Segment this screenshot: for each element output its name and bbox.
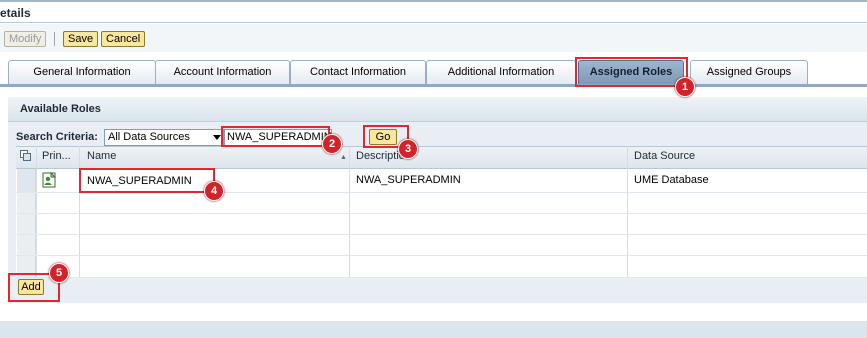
cancel-button[interactable]: Cancel (101, 31, 146, 47)
modify-button[interactable]: Modify (4, 31, 47, 47)
add-button[interactable]: Add (18, 279, 44, 295)
title-divider (0, 22, 867, 23)
column-divider (36, 146, 37, 278)
callout-badge-2: 2 (322, 134, 342, 154)
role-name[interactable]: NWA_SUPERADMIN (87, 175, 192, 187)
page-title: etails (0, 6, 31, 20)
callout-badge-4: 4 (204, 181, 224, 201)
column-header-print[interactable]: Prin... (42, 150, 71, 162)
tab-assigned-roles[interactable]: Assigned Roles (578, 60, 684, 84)
search-input[interactable]: NWA_SUPERADMIN (224, 129, 332, 146)
tab-additional-information[interactable]: Additional Information (426, 60, 576, 84)
sort-icon[interactable]: ▲ (340, 154, 347, 161)
tab-underline (0, 84, 867, 87)
dropdown-arrow-icon[interactable] (213, 135, 221, 140)
column-header-name[interactable]: Name (87, 150, 116, 162)
column-settings-icon[interactable] (20, 150, 31, 161)
row-selector[interactable] (17, 169, 36, 192)
role-data-source: UME Database (634, 174, 709, 186)
role-icon (42, 172, 57, 188)
data-source-value: All Data Sources (108, 131, 190, 143)
callout-badge-3: 3 (398, 139, 418, 159)
role-description: NWA_SUPERADMIN (356, 174, 461, 186)
panel-header: Available Roles (8, 97, 867, 122)
save-button[interactable]: Save (63, 31, 99, 47)
toolbar-separator (54, 32, 55, 46)
column-divider (79, 146, 80, 278)
callout-badge-1: 1 (675, 77, 695, 97)
column-header-data-source[interactable]: Data Source (634, 150, 695, 162)
tab-assigned-groups[interactable]: Assigned Groups (690, 60, 808, 84)
top-border (0, 0, 867, 2)
column-divider (627, 146, 628, 278)
row-divider (16, 213, 867, 214)
row-divider (16, 277, 867, 278)
callout-badge-5: 5 (49, 263, 69, 283)
tab-general-information[interactable]: General Information (8, 60, 156, 84)
row-divider (16, 192, 867, 193)
bottom-bar (0, 321, 867, 338)
search-criteria-label: Search Criteria: (16, 131, 98, 143)
go-button[interactable]: Go (369, 129, 397, 145)
panel-title: Available Roles (20, 103, 101, 115)
column-divider (349, 146, 350, 278)
row-selector-empty (17, 193, 36, 277)
table-header (16, 146, 867, 169)
row-divider (16, 255, 867, 256)
tab-contact-information[interactable]: Contact Information (290, 60, 426, 84)
data-source-select[interactable]: All Data Sources (104, 129, 224, 146)
row-divider (16, 234, 867, 235)
tab-account-information[interactable]: Account Information (155, 60, 290, 84)
